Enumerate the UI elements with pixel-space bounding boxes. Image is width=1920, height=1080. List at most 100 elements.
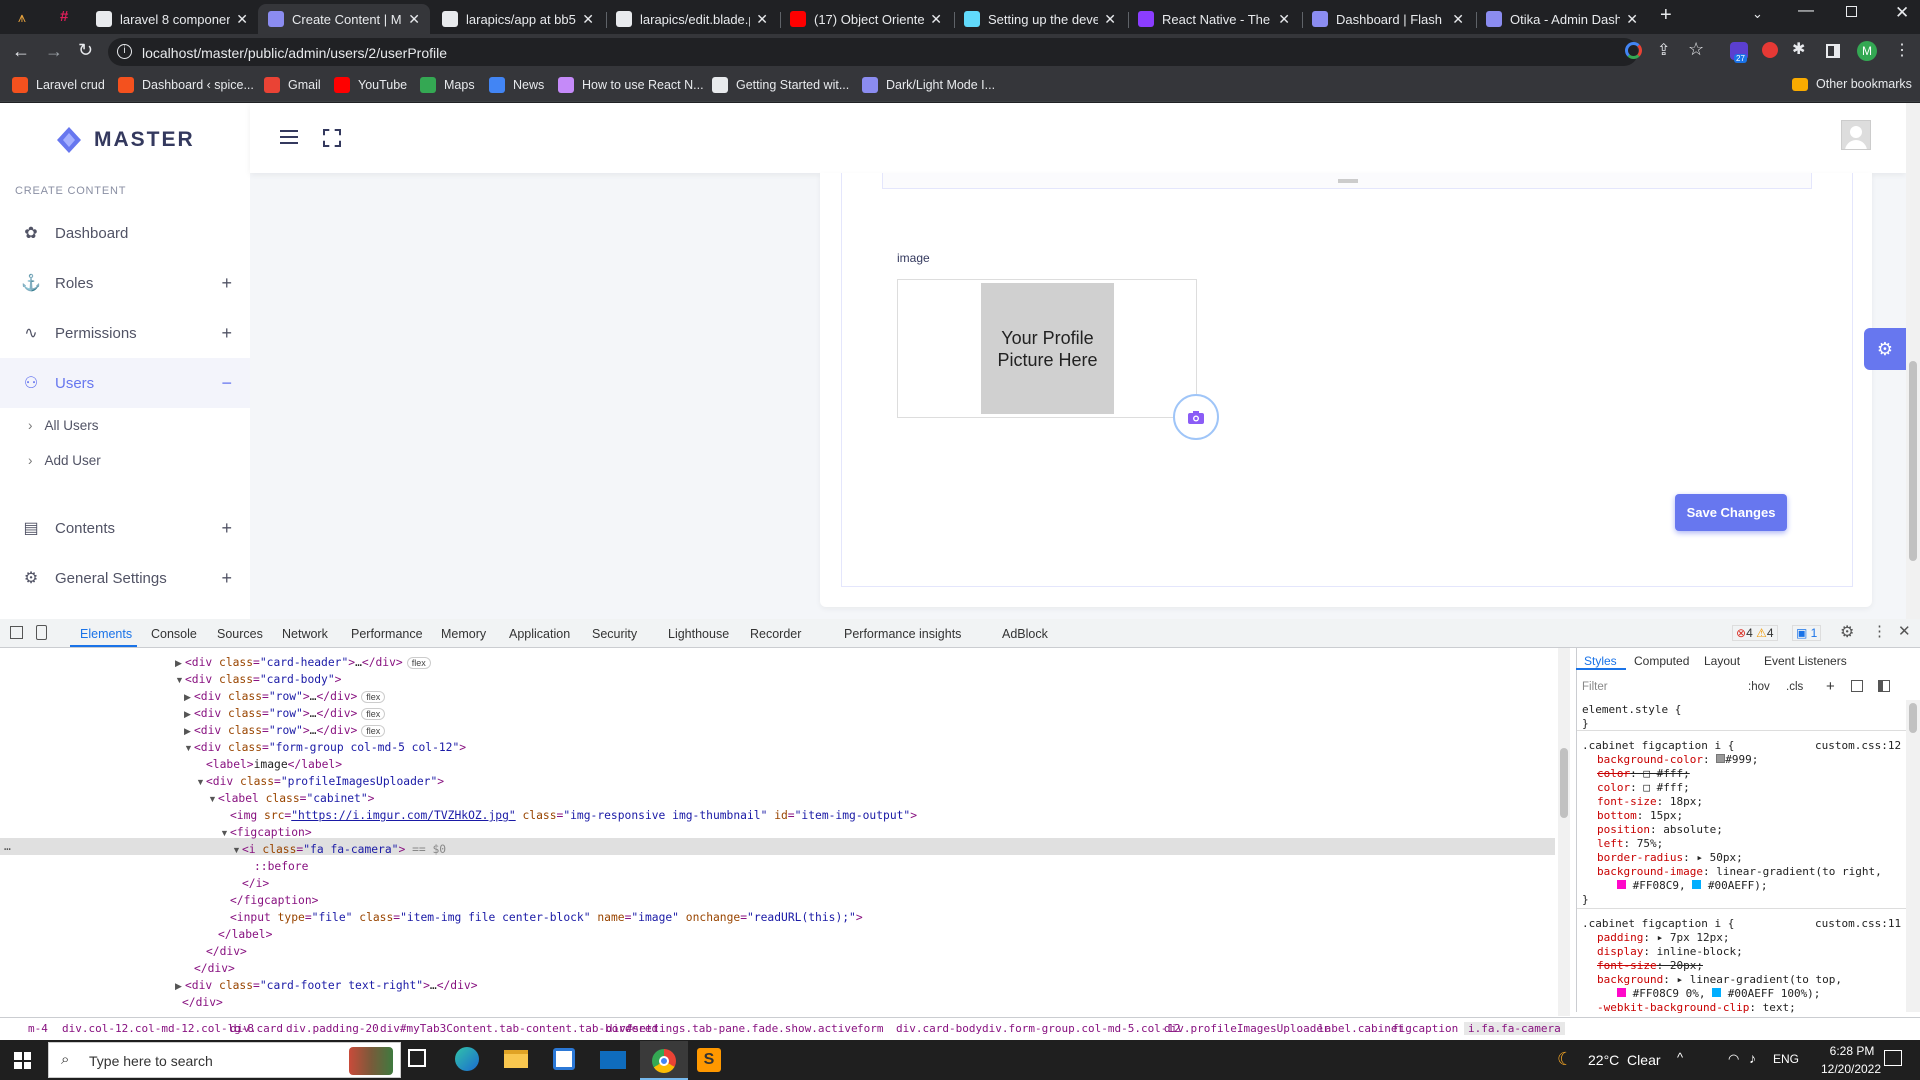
breadcrumb-item[interactable]: i.fa.fa-camera	[1464, 1022, 1565, 1035]
computed-sidebar-icon[interactable]	[1878, 680, 1890, 692]
volume-icon[interactable]: ♪	[1749, 1050, 1756, 1066]
adblock-icon[interactable]	[1762, 42, 1778, 58]
camera-icon[interactable]	[1173, 394, 1219, 440]
dom-scrollbar-thumb[interactable]	[1560, 748, 1568, 818]
browser-tab[interactable]: larapics/edit.blade.p ✕	[606, 4, 778, 34]
devtools-tab-lighthouse[interactable]: Lighthouse	[668, 627, 729, 641]
clock-time[interactable]: 6:28 PM	[1822, 1044, 1882, 1058]
breadcrumb-item[interactable]: div.form-group.col-md-5.col-12	[982, 1022, 1181, 1035]
site-info-icon[interactable]: i	[117, 44, 132, 59]
stylesheet-link[interactable]: custom.css:11	[1815, 917, 1901, 930]
file-explorer-icon[interactable]	[504, 1050, 528, 1068]
error-count[interactable]: ⊗4 ⚠4	[1732, 625, 1778, 641]
node-actions-icon[interactable]: …	[4, 840, 11, 853]
tree-toggle-icon[interactable]: ▼	[184, 743, 193, 753]
dom-node-line[interactable]: </div>	[182, 996, 223, 1009]
dom-node-line[interactable]: <div class="card-header">…</div> flex	[185, 656, 431, 669]
style-rule-line[interactable]: element.style {	[1582, 703, 1681, 716]
task-view-icon[interactable]	[408, 1049, 426, 1067]
browser-tab[interactable]: Setting up the devel ✕	[954, 4, 1126, 34]
style-pane-toggle-icon[interactable]	[1851, 680, 1863, 692]
new-tab-button[interactable]: +	[1660, 4, 1672, 27]
tray-chevron-icon[interactable]: ^	[1677, 1050, 1683, 1065]
devtools-tab-console[interactable]: Console	[151, 627, 197, 641]
dom-node-line[interactable]: </figcaption>	[230, 894, 318, 907]
sidebar-item-users[interactable]: ⚇ Users −	[0, 358, 250, 408]
hov-toggle[interactable]: :hov	[1748, 681, 1770, 693]
browser-menu-kebab-icon[interactable]: ⋮	[1894, 40, 1910, 60]
style-rule-line[interactable]: display: inline-block;	[1597, 945, 1743, 958]
breadcrumb-item[interactable]: div.col-12.col-md-12.col-lg-8	[62, 1022, 254, 1035]
style-rule-line[interactable]: }	[1582, 717, 1589, 730]
new-style-rule-icon[interactable]: +	[1826, 678, 1835, 695]
tree-toggle-icon[interactable]: ▼	[175, 675, 184, 685]
tree-toggle-icon[interactable]: ▶	[184, 726, 191, 737]
image-upload-box[interactable]: Your Profile Picture Here	[897, 279, 1197, 418]
side-panel-icon[interactable]	[1826, 44, 1840, 58]
dom-node-line[interactable]: <div class="form-group col-md-5 col-12">	[194, 741, 466, 754]
sidebar-subitem[interactable]: › All Users	[28, 418, 99, 433]
styles-side-tab[interactable]: Layout	[1704, 654, 1740, 668]
bookmark-star-icon[interactable]: ☆	[1688, 39, 1704, 60]
weather-moon-icon[interactable]: ☾	[1557, 1049, 1573, 1070]
devtools-tab-elements[interactable]: Elements	[80, 627, 132, 641]
slack-icon[interactable]: #	[60, 8, 76, 25]
expand-icon[interactable]: +	[221, 568, 232, 589]
url-text[interactable]: localhost/master/public/admin/users/2/us…	[142, 45, 447, 61]
extensions-puzzle-icon[interactable]: ✱	[1792, 39, 1805, 59]
bookmark-item[interactable]: Maps	[420, 77, 475, 93]
dom-node-line[interactable]: <label>image</label>	[206, 758, 342, 771]
expand-icon[interactable]: +	[221, 273, 232, 294]
sidebar-item-roles[interactable]: ⚓ Roles +	[0, 258, 250, 308]
close-tab-icon[interactable]: ✕	[1452, 11, 1464, 28]
dom-node-line[interactable]: ::before	[254, 860, 308, 873]
notifications-icon[interactable]	[1884, 1050, 1902, 1066]
dom-node-line[interactable]: <img src="https://i.imgur.com/TVZHkOZ.jp…	[230, 809, 917, 822]
bookmark-item[interactable]: How to use React N...	[558, 77, 704, 93]
style-rule-line[interactable]: padding: ▸ 7px 12px;	[1597, 931, 1729, 944]
style-rule-line[interactable]: color: □ #fff;	[1597, 781, 1690, 794]
devtools-tab-network[interactable]: Network	[282, 627, 328, 641]
tree-toggle-icon[interactable]: ▼	[220, 828, 229, 838]
tree-toggle-icon[interactable]: ▼	[232, 845, 241, 855]
devtools-tab-sources[interactable]: Sources	[217, 627, 263, 641]
sidebar-item-dashboard[interactable]: ✿ Dashboard	[0, 208, 250, 258]
dom-node-line[interactable]: <div class="profileImagesUploader">	[206, 775, 444, 788]
devtools-menu-icon[interactable]: ⋮	[1872, 622, 1887, 640]
bookmark-item[interactable]: News	[489, 77, 544, 93]
bookmark-item[interactable]: Getting Started wit...	[712, 77, 849, 93]
browser-tab[interactable]: Dashboard | Flash M ✕	[1302, 4, 1474, 34]
brand-name[interactable]: MASTER	[94, 128, 195, 152]
store-icon[interactable]	[553, 1048, 575, 1070]
dom-node-line[interactable]: <div class="card-body">	[185, 673, 341, 686]
dom-node-line[interactable]: <div class="row">…</div> flex	[194, 724, 386, 737]
clock-date[interactable]: 12/20/2022	[1815, 1062, 1887, 1076]
browser-tab[interactable]: React Native - The P ✕	[1128, 4, 1300, 34]
fullscreen-icon[interactable]	[323, 129, 341, 147]
style-rule-line[interactable]: background-color: #999;	[1597, 753, 1758, 766]
styles-side-tab[interactable]: Styles	[1584, 654, 1617, 668]
close-tab-icon[interactable]: ✕	[756, 11, 768, 28]
devtools-tab-application[interactable]: Application	[509, 627, 570, 641]
user-avatar[interactable]	[1841, 120, 1871, 150]
save-changes-button[interactable]: Save Changes	[1675, 494, 1787, 531]
browser-tab[interactable]: (17) Object Orientec ✕	[780, 4, 952, 34]
close-tab-icon[interactable]: ✕	[1626, 11, 1638, 28]
styles-scrollbar-thumb[interactable]	[1909, 703, 1917, 733]
close-tab-icon[interactable]: ✕	[1278, 11, 1290, 28]
style-rule-line[interactable]: .cabinet figcaption i {	[1582, 739, 1734, 752]
forward-icon[interactable]: →	[45, 41, 63, 62]
profile-avatar[interactable]: M	[1857, 41, 1877, 61]
style-rule-line[interactable]: .cabinet figcaption i {	[1582, 917, 1734, 930]
breadcrumb-item[interactable]: div.padding-20	[286, 1022, 379, 1035]
style-rule-line[interactable]: position: absolute;	[1597, 823, 1723, 836]
bookmark-item[interactable]: Dashboard ‹ spice...	[118, 77, 254, 93]
expand-icon[interactable]: +	[221, 323, 232, 344]
weather-text[interactable]: 22°C Clear	[1588, 1052, 1661, 1068]
edge-icon[interactable]	[455, 1047, 479, 1071]
device-toolbar-icon[interactable]	[36, 625, 47, 640]
style-rule-line[interactable]: -webkit-background-clip: text;	[1597, 1001, 1796, 1014]
sublime-icon[interactable]: S	[697, 1048, 721, 1072]
devtools-tab-adblock[interactable]: AdBlock	[1002, 627, 1048, 641]
restore-icon[interactable]	[1846, 6, 1857, 17]
